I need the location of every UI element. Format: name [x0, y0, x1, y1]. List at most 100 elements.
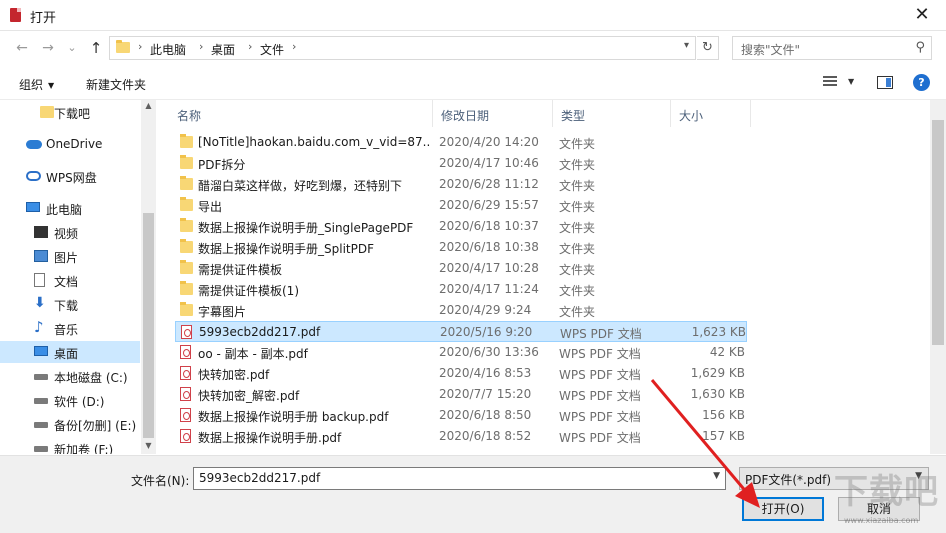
- sidebar-item-label: 新加卷 (F:): [54, 443, 114, 454]
- table-row[interactable]: 数据上报操作说明手册_SinglePagePDF 2020/6/18 10:37 文…: [175, 216, 747, 237]
- sidebar-item[interactable]: 下载吧: [0, 101, 140, 123]
- filename-input[interactable]: 5993ecb2dd217.pdf ▼: [193, 467, 726, 490]
- sidebar-item[interactable]: ⬇ 下载: [0, 293, 140, 315]
- preview-pane-icon[interactable]: [877, 76, 893, 89]
- close-button[interactable]: ✕: [910, 3, 934, 27]
- folder-icon: [40, 106, 54, 118]
- breadcrumb-desktop[interactable]: 桌面: [211, 41, 235, 58]
- breadcrumb-separator: ›: [248, 40, 253, 53]
- table-row[interactable]: 字幕图片 2020/4/29 9:24 文件夹: [175, 300, 747, 321]
- computer-icon: [26, 202, 40, 212]
- column-header-modified[interactable]: 修改日期: [433, 100, 553, 127]
- file-list-scrollbar-thumb[interactable]: [932, 120, 944, 345]
- sidebar-item[interactable]: 新加卷 (F:): [0, 437, 140, 454]
- refresh-button[interactable]: ↻: [697, 36, 719, 60]
- scroll-up-arrow[interactable]: ▲: [141, 101, 156, 110]
- file-type: 文件夹: [559, 221, 596, 235]
- sidebar-item[interactable]: OneDrive: [0, 133, 140, 155]
- file-name: 数据上报操作说明手册.pdf: [198, 431, 342, 445]
- file-type: WPS PDF 文档: [559, 347, 641, 361]
- file-name: 快转加密_解密.pdf: [198, 389, 300, 403]
- file-modified: 2020/7/7 15:20: [439, 387, 532, 401]
- watermark-logo: 下载吧 www.xiazaiba.com: [834, 472, 942, 526]
- address-bar[interactable]: › 此电脑 › 桌面 › 文件 › ▾: [109, 36, 696, 60]
- scroll-down-arrow[interactable]: ▼: [141, 441, 156, 450]
- organize-button[interactable]: 组织 ▼: [19, 76, 54, 93]
- pdf-file-icon: [180, 429, 191, 443]
- chevron-down-icon[interactable]: ▾: [684, 40, 689, 51]
- column-header-label: 修改日期: [441, 109, 490, 123]
- sidebar-item[interactable]: 视频: [0, 221, 140, 243]
- file-name: 导出: [198, 200, 223, 214]
- breadcrumb-separator: ›: [292, 40, 297, 53]
- file-name: oo - 副本 - 副本.pdf: [198, 347, 308, 361]
- sidebar-item[interactable]: 此电脑: [0, 197, 140, 219]
- sidebar-item[interactable]: 软件 (D:): [0, 389, 140, 411]
- table-row[interactable]: 快转加密_解密.pdf 2020/7/7 15:20 WPS PDF 文档 1,630…: [175, 384, 747, 405]
- back-button[interactable]: ←: [12, 38, 32, 58]
- chevron-down-icon: ▼: [48, 81, 55, 90]
- breadcrumb-files[interactable]: 文件: [260, 41, 284, 58]
- file-type: 文件夹: [559, 200, 596, 214]
- up-button[interactable]: ↑: [86, 38, 106, 58]
- table-row[interactable]: 需提供证件模板(1) 2020/4/17 11:24 文件夹: [175, 279, 747, 300]
- video-icon: [34, 226, 48, 238]
- column-header-size[interactable]: 大小: [671, 100, 751, 127]
- table-row[interactable]: [NoTitle]haokan.baidu.com_v_vid=87... 202…: [175, 132, 747, 153]
- sidebar-item[interactable]: WPS网盘: [0, 165, 140, 187]
- table-row[interactable]: 数据上报操作说明手册.pdf 2020/6/18 8:52 WPS PDF 文档 15…: [175, 426, 747, 447]
- file-type: WPS PDF 文档: [559, 368, 641, 382]
- table-row[interactable]: PDF拆分 2020/4/17 10:46 文件夹: [175, 153, 747, 174]
- column-header-type[interactable]: 类型: [553, 100, 671, 127]
- file-list: 名称 ⌃ 修改日期 类型 大小 [NoTitle]haokan.baidu.co…: [157, 100, 930, 454]
- table-row[interactable]: 5993ecb2dd217.pdf 2020/5/16 9:20 WPS PDF 文…: [175, 321, 747, 342]
- file-modified: 2020/6/30 13:36: [439, 345, 539, 359]
- table-row[interactable]: 导出 2020/6/29 15:57 文件夹: [175, 195, 747, 216]
- view-options-icon[interactable]: [823, 76, 837, 88]
- filename-label: 文件名(N):: [131, 474, 190, 488]
- pdf-file-icon: [180, 387, 191, 401]
- table-row[interactable]: 需提供证件模板 2020/4/17 10:28 文件夹: [175, 258, 747, 279]
- file-type: 文件夹: [559, 242, 596, 256]
- table-row[interactable]: oo - 副本 - 副本.pdf 2020/6/30 13:36 WPS PDF 文…: [175, 342, 747, 363]
- file-type: 文件夹: [559, 179, 596, 193]
- sidebar-item[interactable]: ♪ 音乐: [0, 317, 140, 339]
- sidebar-item-label: 桌面: [54, 347, 79, 361]
- drive-icon: [34, 422, 48, 428]
- file-type: 文件夹: [559, 137, 596, 151]
- file-modified: 2020/4/20 14:20: [439, 135, 539, 149]
- folder-icon: [116, 40, 130, 53]
- pdf-file-icon: [181, 325, 192, 339]
- table-row[interactable]: 数据上报操作说明手册 backup.pdf 2020/6/18 8:50 WPS P…: [175, 405, 747, 426]
- file-name: 需提供证件模板: [198, 263, 283, 277]
- sidebar-item-label: 图片: [54, 251, 79, 265]
- table-row[interactable]: 醋溜白菜这样做，好吃到爆，还特别下 2020/6/28 11:12 文件夹: [175, 174, 747, 195]
- file-name: 快转加密.pdf: [198, 368, 270, 382]
- pdf-file-icon: [180, 408, 191, 422]
- file-name: 需提供证件模板(1): [198, 284, 299, 298]
- file-name: 数据上报操作说明手册_SinglePagePDF: [198, 221, 414, 235]
- help-icon[interactable]: ?: [913, 74, 930, 91]
- search-input[interactable]: 搜索"文件" ⚲: [732, 36, 932, 60]
- open-button[interactable]: 打开(O): [742, 497, 824, 521]
- sidebar-item[interactable]: 本地磁盘 (C:): [0, 365, 140, 387]
- chevron-down-icon[interactable]: ▼: [848, 77, 854, 86]
- filename-value: 5993ecb2dd217.pdf: [199, 471, 321, 485]
- file-name: 数据上报操作说明手册 backup.pdf: [198, 410, 389, 424]
- table-row[interactable]: 数据上报操作说明手册_SplitPDF 2020/6/18 10:38 文件夹: [175, 237, 747, 258]
- breadcrumb-this-pc[interactable]: 此电脑: [150, 41, 186, 58]
- table-row[interactable]: 快转加密.pdf 2020/4/16 8:53 WPS PDF 文档 1,629 KB: [175, 363, 747, 384]
- file-type: 文件夹: [559, 305, 596, 319]
- drive-icon: [34, 398, 48, 404]
- sidebar-item[interactable]: 桌面: [0, 341, 140, 363]
- column-header-label: 大小: [679, 109, 704, 123]
- new-folder-button[interactable]: 新建文件夹: [86, 76, 146, 93]
- chevron-down-icon[interactable]: ▼: [713, 471, 720, 481]
- sidebar-item[interactable]: 图片: [0, 245, 140, 267]
- sidebar-item[interactable]: 文档: [0, 269, 140, 291]
- recent-locations-button[interactable]: ⌄: [62, 38, 82, 58]
- sidebar-scrollbar-thumb[interactable]: [143, 213, 154, 438]
- sidebar-item[interactable]: 备份[勿删] (E:): [0, 413, 140, 435]
- forward-button[interactable]: →: [38, 38, 58, 58]
- folder-icon: [180, 260, 193, 274]
